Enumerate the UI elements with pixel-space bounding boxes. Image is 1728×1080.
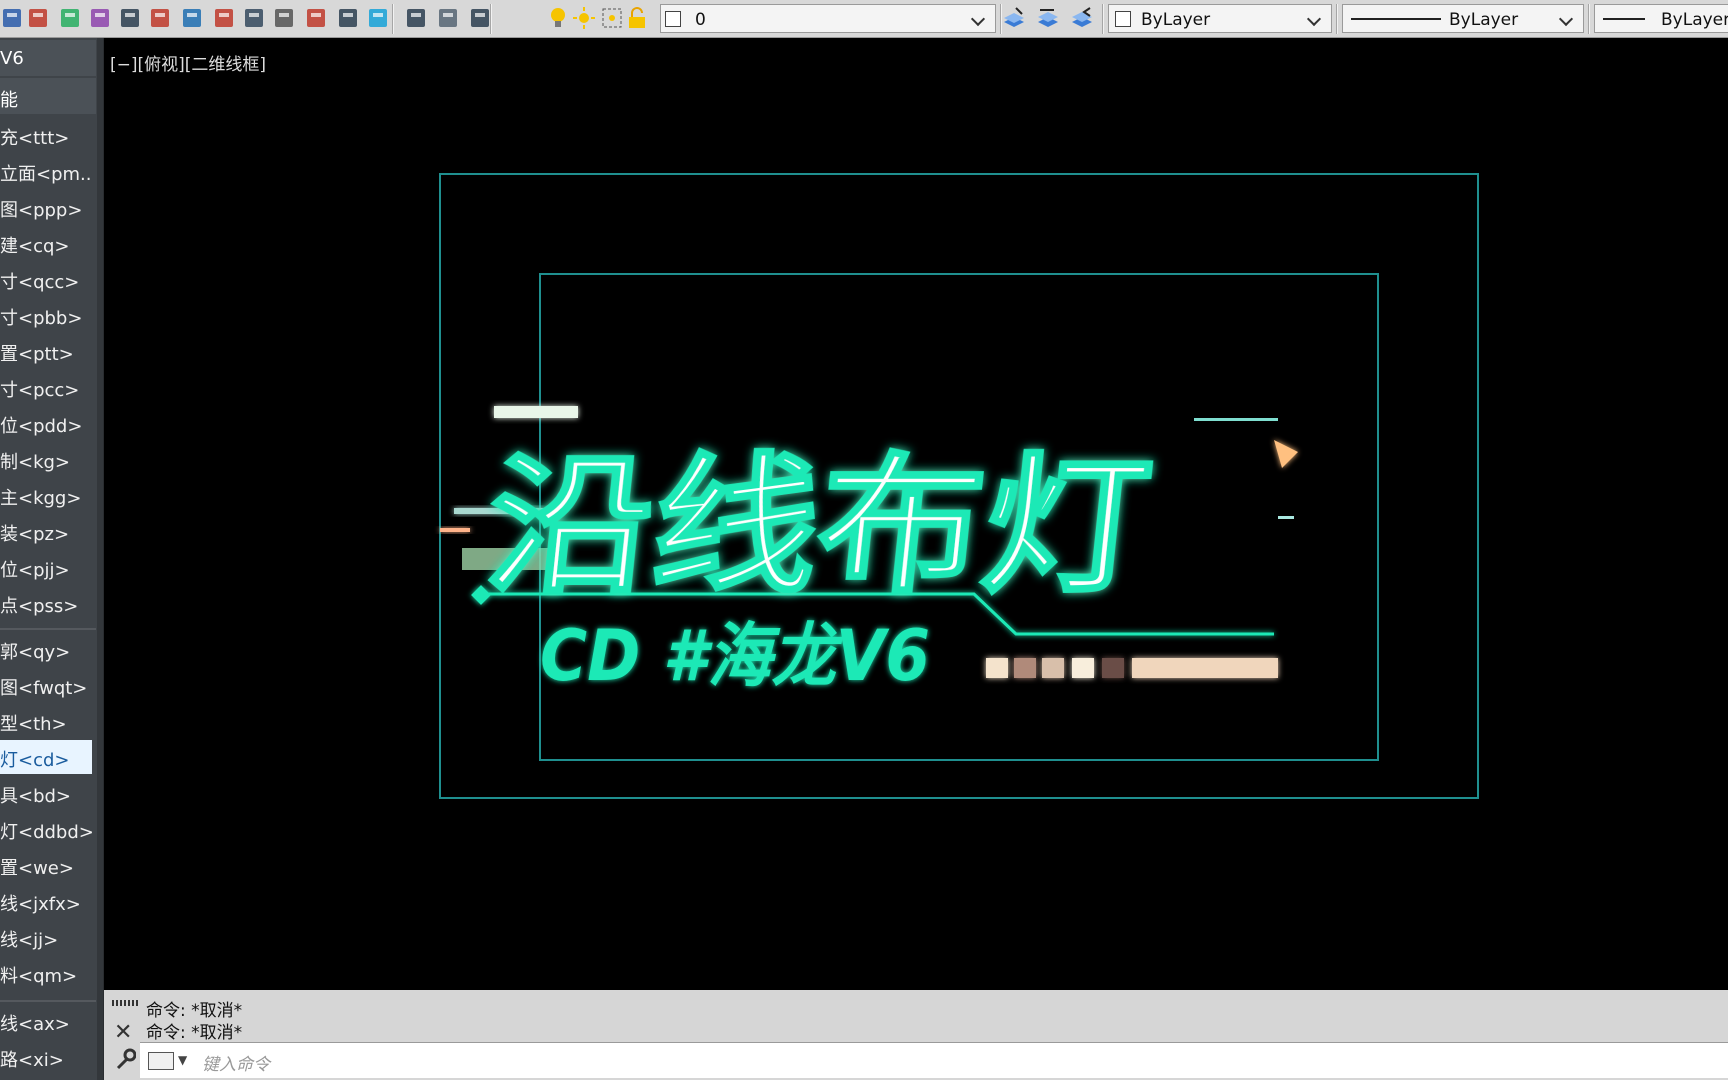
palette-command-item[interactable]: 线<ax>	[0, 1004, 92, 1038]
command-input[interactable]: ▼ 键入命令	[140, 1042, 1728, 1078]
progress-blocks	[986, 658, 1278, 678]
palette-divider	[0, 628, 96, 630]
layer-color-swatch	[665, 11, 681, 27]
layer-stack-icon[interactable]	[58, 6, 82, 30]
lineweight-value: ByLayer	[1661, 10, 1728, 30]
palette-command-item[interactable]: 料<qm>	[0, 956, 92, 990]
select-window-icon[interactable]	[180, 6, 204, 30]
toolbar-separator	[1102, 4, 1104, 34]
palette-command-item[interactable]: 充<ttt>	[0, 118, 92, 152]
layer-list-icon[interactable]	[468, 6, 492, 30]
grip-handle-icon[interactable]	[112, 1000, 138, 1006]
palette-command-item[interactable]: 置<ptt>	[0, 334, 92, 368]
palette-command-item[interactable]: 灯<ddbd>	[0, 812, 92, 846]
previous-layer-icon[interactable]	[1070, 6, 1094, 30]
print-icon[interactable]	[336, 6, 360, 30]
palette-command-item[interactable]: 主<kgg>	[0, 478, 92, 512]
close-icon[interactable]: ✕	[114, 1020, 132, 1045]
palette-command-item[interactable]: 建<cq>	[0, 226, 92, 260]
lightbulb-icon	[549, 7, 567, 29]
color-dropdown[interactable]: ByLayer	[1108, 4, 1332, 33]
decor-dash-right	[1278, 516, 1294, 519]
lock-icon	[627, 7, 647, 29]
save-icon[interactable]	[0, 6, 24, 30]
palette-section-header[interactable]: 能	[0, 78, 96, 114]
palette-command-item[interactable]: 寸<pcc>	[0, 370, 92, 404]
title-art-main: 沿线布灯	[479, 439, 1157, 614]
cut-icon[interactable]	[26, 6, 50, 30]
notebook-icon[interactable]	[118, 6, 142, 30]
color-swatch	[1115, 11, 1131, 27]
palette-command-item[interactable]: 寸<pbb>	[0, 298, 92, 332]
palette-divider	[0, 1000, 96, 1002]
palette-command-item[interactable]: 型<th>	[0, 704, 92, 738]
chevron-down-icon	[970, 11, 986, 27]
palette-command-item[interactable]: 图<ppp>	[0, 190, 92, 224]
person-icon[interactable]	[148, 6, 172, 30]
delete-icon[interactable]	[304, 6, 328, 30]
chevron-down-icon	[1558, 11, 1574, 27]
palette-command-item[interactable]: 立面<pm...	[0, 154, 92, 188]
palette-command-item[interactable]: 线<jxfx>	[0, 884, 92, 918]
palette-command-item[interactable]: 位<pdd>	[0, 406, 92, 440]
palette-command-item[interactable]: 点<pss>	[0, 586, 92, 620]
measure-icon[interactable]	[272, 6, 296, 30]
palette-command-item[interactable]: 置<we>	[0, 848, 92, 882]
layer-tool-icon[interactable]	[242, 6, 266, 30]
drawing-canvas-svg: 沿线布灯 CD #海龙V6	[439, 173, 1479, 799]
command-prompt-icon[interactable]	[148, 1052, 174, 1070]
sidebar-scrollbar[interactable]	[97, 38, 103, 1080]
calc-icon[interactable]	[436, 6, 460, 30]
palette-command-item[interactable]: 郭<qy>	[0, 632, 92, 666]
command-line-panel: ✕ 命令: *取消* 命令: *取消* ▼ 键入命令	[104, 990, 1728, 1080]
linetype-value: ByLayer	[1449, 10, 1519, 30]
linetype-preview	[1351, 18, 1441, 20]
chevron-down-icon[interactable]: ▼	[178, 1053, 187, 1067]
palette-command-item[interactable]: 制<kg>	[0, 442, 92, 476]
search-replace-icon[interactable]	[88, 6, 112, 30]
layer-dropdown[interactable]: 0	[551, 4, 996, 33]
layer-value: 0	[695, 10, 706, 30]
toolbar-separator	[490, 4, 492, 34]
palette-title: V6	[0, 40, 96, 76]
palette-command-item[interactable]: 线<jj>	[0, 920, 92, 954]
toolbar-separator	[1336, 4, 1338, 34]
title-art-sub: CD #海龙V6	[540, 615, 930, 697]
lineweight-preview	[1603, 18, 1645, 20]
sun-icon	[573, 7, 595, 29]
match-layer-icon[interactable]	[1036, 6, 1060, 30]
palette-command-item[interactable]: 位<pjj>	[0, 550, 92, 584]
palette-command-item[interactable]: 寸<qcc>	[0, 262, 92, 296]
command-history-line: 命令: *取消*	[146, 1023, 243, 1043]
play-triangle-icon	[1274, 440, 1298, 468]
linetype-dropdown[interactable]: ByLayer	[1342, 4, 1584, 33]
palette-command-item[interactable]: 装<pz>	[0, 514, 92, 548]
palette-command-item[interactable]: 图<fwqt>	[0, 668, 92, 702]
decor-bar-left-2	[440, 528, 470, 532]
command-placeholder: 键入命令	[202, 1055, 270, 1075]
table-icon[interactable]	[212, 6, 236, 30]
lisp-edit-icon[interactable]	[404, 6, 428, 30]
palette-command-item[interactable]: 灯<cd>	[0, 740, 92, 774]
decor-line-right	[1194, 418, 1278, 421]
toolbar-separator	[392, 4, 394, 34]
tool-palette-sidebar: V6 能 充<ttt> 立面<pm... 图<ppp> 建<cq> 寸<qcc> 寸<pb…	[0, 38, 104, 1080]
decor-bar-top	[494, 406, 578, 418]
lineweight-dropdown[interactable]: ByLayer	[1594, 4, 1728, 33]
screen-icon[interactable]	[366, 6, 390, 30]
chevron-down-icon	[1306, 11, 1322, 27]
color-value: ByLayer	[1141, 10, 1211, 30]
freeze-viewport-icon	[601, 7, 623, 29]
palette-command-item[interactable]: 路<xi>	[0, 1040, 92, 1074]
toolbar-separator	[1588, 4, 1590, 34]
palette-command-item[interactable]: 具<bd>	[0, 776, 92, 810]
top-toolbar: 0 ByLayer ByLayer ByLayer	[0, 0, 1728, 38]
customize-wrench-icon[interactable]	[114, 1048, 137, 1070]
drawing-viewport[interactable]: [−][俯视][二维线框] 沿线布灯 CD #海龙V6	[104, 38, 1728, 990]
make-current-layer-icon[interactable]	[1002, 6, 1026, 30]
